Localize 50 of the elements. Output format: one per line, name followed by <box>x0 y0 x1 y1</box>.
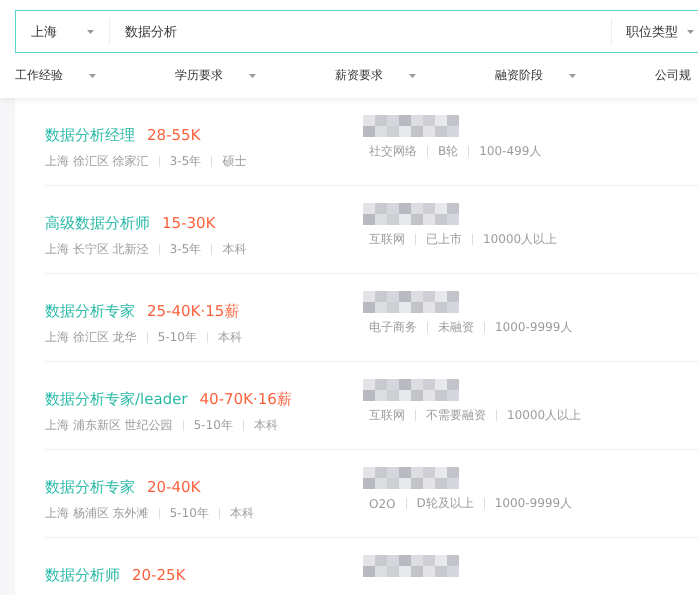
salary-text: 20-25K <box>132 566 186 584</box>
caret-icon <box>687 30 694 34</box>
job-meta-text: 本科 <box>222 241 246 258</box>
caret-icon <box>87 30 94 34</box>
company-tag-text: 已上市 <box>426 231 462 248</box>
filter-dropdown[interactable]: 工作经验 <box>0 67 160 84</box>
filter-dropdown[interactable]: 学历要求 <box>160 67 320 84</box>
company-tag-text: 互联网 <box>369 231 405 248</box>
search-field[interactable]: 上海 数据分析 职位类型 <box>15 10 698 53</box>
filter-dropdown[interactable]: 薪资要求 <box>320 67 480 84</box>
company-tag-text: 10000人以上 <box>483 231 558 248</box>
caret-icon <box>89 74 96 78</box>
job-meta-text: 3-5年 <box>170 241 202 258</box>
job-meta-text: 5-10年 <box>158 329 197 346</box>
company-tag-text: 100-499人 <box>479 143 542 160</box>
job-meta-text: 上海 徐汇区 徐家汇 <box>45 153 149 170</box>
job-meta-text: 本科 <box>218 329 242 346</box>
salary-text: 15-30K <box>162 214 216 232</box>
job-meta-text: 上海 浦东新区 世纪公园 <box>45 417 173 434</box>
job-meta-text: 本科 <box>230 505 254 522</box>
filter-dropdown[interactable]: 融资阶段 <box>480 67 640 84</box>
salary-text: 25-40K·15薪 <box>147 302 240 320</box>
job-meta-text: 硕士 <box>222 153 246 170</box>
company-tag-text: 1000-9999人 <box>495 319 572 336</box>
category-dropdown[interactable]: 职位类型 <box>611 18 698 45</box>
company-tag-text: B轮 <box>438 143 458 160</box>
company-tag-text: 1000-9999人 <box>494 495 572 512</box>
job-meta-text: 上海 杨浦区 东外滩 <box>45 505 149 522</box>
company-tag-text: D轮及以上 <box>416 495 474 512</box>
company-tag-text: 10000人以上 <box>507 407 582 424</box>
job-meta-text: 本科 <box>254 417 278 434</box>
company-tag-text: 未融资 <box>438 319 474 336</box>
salary-text: 20-40K <box>147 478 200 496</box>
job-meta-text: 5-10年 <box>194 417 233 434</box>
company-tag-text: 社交网络 <box>369 143 417 160</box>
company-tag-text: 互联网 <box>369 407 405 424</box>
city-dropdown[interactable]: 上海 <box>16 18 110 45</box>
company-tag-text: 电子商务 <box>369 319 417 336</box>
caret-icon <box>409 74 416 78</box>
salary-text: 40-70K·16薪 <box>200 390 292 408</box>
caret-icon <box>249 74 256 78</box>
job-meta-text: 5-10年 <box>170 505 209 522</box>
job-meta-text: 3-5年 <box>170 153 202 170</box>
caret-icon <box>569 74 576 78</box>
filter-dropdown[interactable]: 公司规 <box>640 67 698 84</box>
job-meta-text: 上海 长宁区 北新泾 <box>45 241 149 258</box>
company-tag-text: O2O <box>369 496 396 510</box>
job-meta-text: 上海 徐汇区 龙华 <box>45 329 137 346</box>
company-tag-text: 不需要融资 <box>426 407 486 424</box>
salary-text: 28-55K <box>147 126 200 144</box>
